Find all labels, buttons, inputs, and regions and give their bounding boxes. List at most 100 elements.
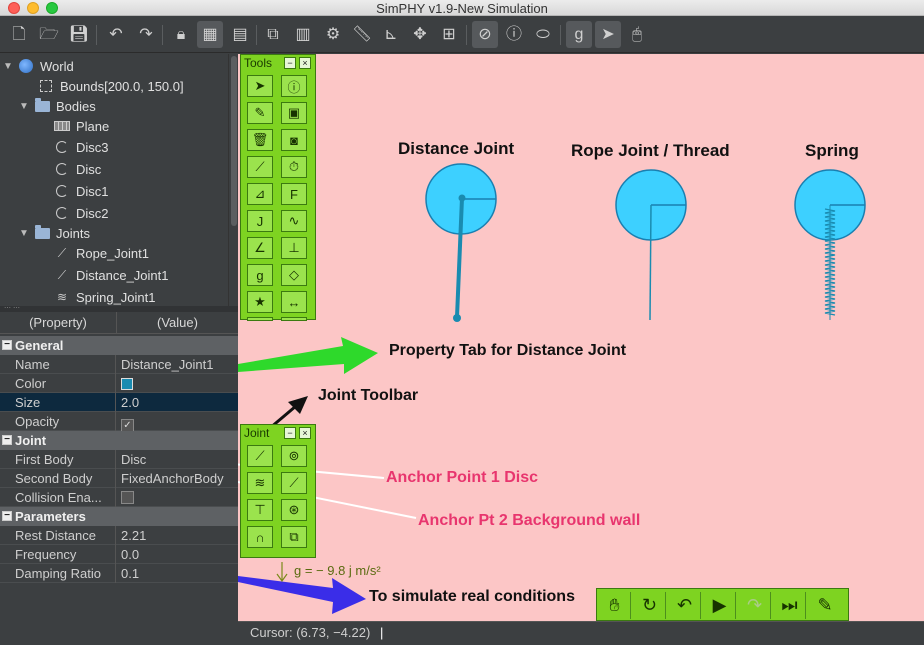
damping-value[interactable]: 0.1 <box>117 564 238 583</box>
color-swatch[interactable] <box>121 378 133 390</box>
pen-icon[interactable]: ✎ <box>247 102 273 124</box>
tree-item-world[interactable]: ▼ World <box>2 56 74 76</box>
prop-row-frequency[interactable]: Frequency 0.0 <box>0 545 238 564</box>
tree-item-distance-joint[interactable]: ⟋ Distance_Joint1 <box>38 265 169 285</box>
distance-icon[interactable]: ↔ <box>281 291 307 313</box>
group-joint[interactable]: − Joint <box>0 431 238 450</box>
mouse-icon[interactable]: 🖱︎ <box>624 21 650 48</box>
axes-icon[interactable]: ⊥ <box>281 237 307 259</box>
tree-item-disc[interactable]: Disc <box>38 159 101 179</box>
redo-icon[interactable]: ↷ <box>739 592 771 619</box>
reset-icon[interactable]: ↻ <box>634 592 666 619</box>
grid-icon[interactable]: ⊞ <box>436 21 462 48</box>
script-icon[interactable]: ⧉ <box>260 21 286 48</box>
prop-row-size[interactable]: Size 2.0 <box>0 393 238 412</box>
name-value[interactable]: Distance_Joint1 <box>117 355 238 374</box>
star-icon[interactable]: ★ <box>247 291 273 313</box>
rope-joint-icon[interactable]: ⟋ <box>281 472 307 494</box>
lock-icon[interactable]: 🔒︎ <box>168 21 194 48</box>
close-palette-button[interactable]: × <box>299 57 311 69</box>
prop-row-rest-distance[interactable]: Rest Distance 2.21 <box>0 526 238 545</box>
rest-distance-value[interactable]: 2.21 <box>117 526 238 545</box>
vector-icon[interactable]: ⊿ <box>247 183 273 205</box>
angle-icon[interactable]: ∠ <box>247 237 273 259</box>
second-body-value[interactable]: FixedAnchorBody <box>117 469 238 488</box>
open-folder-icon[interactable]: 🗁 <box>36 21 62 48</box>
first-body-value[interactable]: Disc <box>117 450 238 469</box>
stop-circle-icon[interactable]: ⊘ <box>472 21 498 48</box>
tree-item-rope-joint[interactable]: ⟋ Rope_Joint1 <box>38 243 149 263</box>
arch-joint-icon[interactable]: ∩ <box>247 526 273 548</box>
link-icon[interactable] <box>281 317 307 321</box>
move-icon[interactable]: ✥ <box>407 21 433 48</box>
simulation-canvas[interactable]: Distance Joint Rope Joint / Thread Sprin… <box>238 54 924 621</box>
calculator-icon[interactable]: ▥ <box>290 21 316 48</box>
tree-item-bodies[interactable]: ▼ Bodies <box>18 96 96 116</box>
tree-item-disc1[interactable]: Disc1 <box>38 181 109 201</box>
axes-icon[interactable]: ⊾ <box>378 21 404 48</box>
prop-row-collision[interactable]: Collision Ena... <box>0 488 238 507</box>
rope-joint-line[interactable] <box>649 204 652 321</box>
gravity-icon[interactable]: g <box>247 264 273 286</box>
size-value[interactable]: 2.0 <box>117 393 238 412</box>
gear-icon[interactable]: ⚙ <box>320 21 346 48</box>
wheel-joint-icon[interactable]: ⊛ <box>281 499 307 521</box>
property-column-header[interactable]: (Property) <box>0 312 117 334</box>
pointer-icon[interactable]: ➤ <box>247 75 273 97</box>
trash-icon[interactable]: 🗑︎ <box>247 129 273 151</box>
expand-arrow-icon[interactable]: ▼ <box>2 61 14 72</box>
group-general[interactable]: − General <box>0 336 238 355</box>
weld-joint-icon[interactable]: ⧉ <box>281 526 307 548</box>
redo-icon[interactable]: ↷ <box>133 21 159 48</box>
pulley-joint-icon[interactable]: ⊤ <box>247 499 273 521</box>
triangle-icon[interactable] <box>247 317 273 321</box>
pointer-icon[interactable]: ➤ <box>595 21 621 48</box>
save-icon[interactable]: 💾︎ <box>66 21 92 48</box>
opacity-checkbox[interactable]: ✓ <box>121 419 134 431</box>
frequency-value[interactable]: 0.0 <box>117 545 238 564</box>
wave-icon[interactable]: ∿ <box>281 210 307 232</box>
undo-icon[interactable]: ↶ <box>103 21 129 48</box>
revolute-joint-icon[interactable]: ⊚ <box>281 445 307 467</box>
expand-arrow-icon[interactable]: ▼ <box>18 101 30 112</box>
new-file-icon[interactable]: 🗋 <box>6 21 32 48</box>
prop-row-first-body[interactable]: First Body Disc <box>0 450 238 469</box>
expand-arrow-icon[interactable]: ▼ <box>18 228 30 239</box>
minimize-palette-button[interactable]: − <box>284 57 296 69</box>
graph-icon[interactable]: ⟋ <box>247 156 273 178</box>
close-palette-button[interactable]: × <box>299 427 311 439</box>
mouse-icon[interactable]: ▣ <box>281 102 307 124</box>
tree-item-disc3[interactable]: Disc3 <box>38 137 109 157</box>
edit-icon[interactable]: ✎ <box>809 592 841 619</box>
value-column-header[interactable]: (Value) <box>117 312 238 334</box>
collision-checkbox[interactable] <box>121 491 134 504</box>
minimize-palette-button[interactable]: − <box>284 427 296 439</box>
distance-joint-icon[interactable]: ⟋ <box>247 445 273 467</box>
undo-icon[interactable]: ↶ <box>669 592 701 619</box>
info-icon[interactable]: ⓘ <box>281 75 307 97</box>
tree-item-bounds[interactable]: Bounds[200.0, 150.0] <box>22 76 184 96</box>
tag-icon[interactable]: ⬭ <box>530 21 556 48</box>
tree-scrollbar[interactable] <box>228 54 238 306</box>
info-circle-icon[interactable]: ⓘ <box>501 21 527 48</box>
play-icon[interactable]: ▶ <box>704 592 736 619</box>
step-icon[interactable]: ⏭︎ <box>774 592 806 619</box>
prop-row-damping[interactable]: Damping Ratio 0.1 <box>0 564 238 583</box>
force-icon[interactable]: F <box>281 183 307 205</box>
prop-row-name[interactable]: Name Distance_Joint1 <box>0 355 238 374</box>
hand-icon[interactable]: ✋︎ <box>599 592 631 619</box>
gravity-icon[interactable]: g <box>566 21 592 48</box>
table-icon[interactable]: ▦ <box>197 21 223 48</box>
table-edit-icon[interactable]: ▤ <box>227 21 253 48</box>
tree-item-joints[interactable]: ▼ Joints <box>18 223 90 243</box>
group-parameters[interactable]: − Parameters <box>0 507 238 526</box>
spring-joint-icon[interactable]: ≋ <box>247 472 273 494</box>
tree-item-plane[interactable]: Plane <box>38 116 109 136</box>
stopwatch-icon[interactable]: ⏱︎ <box>281 156 307 178</box>
prop-row-second-body[interactable]: Second Body FixedAnchorBody <box>0 469 238 488</box>
tree-item-disc2[interactable]: Disc2 <box>38 203 109 223</box>
prop-row-color[interactable]: Color <box>0 374 238 393</box>
scrollbar-thumb[interactable] <box>231 56 237 226</box>
camera-icon[interactable]: ◙ <box>281 129 307 151</box>
prop-row-opacity[interactable]: Opacity ✓ <box>0 412 238 431</box>
